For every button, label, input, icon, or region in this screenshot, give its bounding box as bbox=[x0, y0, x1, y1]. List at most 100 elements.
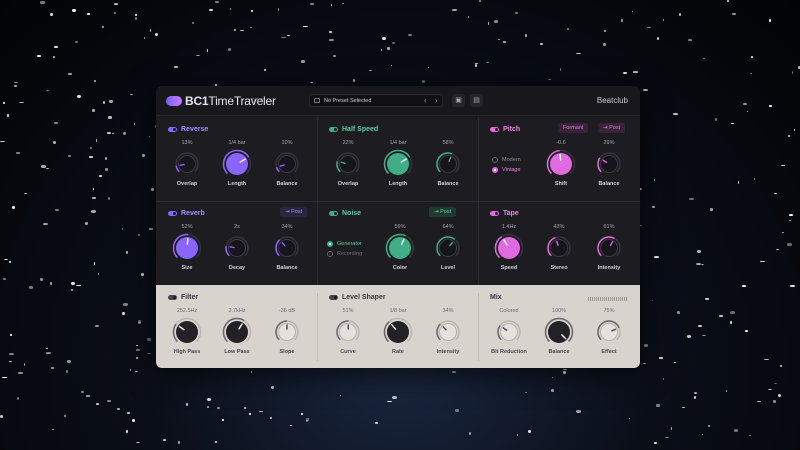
pitch-mode-modern[interactable]: Modern bbox=[492, 155, 521, 165]
star bbox=[381, 48, 383, 52]
reverse-balance-knob[interactable]: 10% Balance bbox=[262, 139, 312, 187]
levelshaper-rate-knob[interactable]: 1/8 bar Rate bbox=[373, 307, 423, 355]
pitch-mode-group: Modern Vintage bbox=[492, 155, 521, 175]
halfspeed-length-knob[interactable]: 1/4 bar Length bbox=[373, 139, 423, 187]
star bbox=[503, 41, 507, 43]
halfspeed-overlap-knob-dial[interactable] bbox=[333, 149, 363, 179]
star bbox=[106, 132, 111, 135]
noise-toggle[interactable] bbox=[329, 210, 338, 216]
formant-button[interactable]: Formant bbox=[558, 123, 589, 133]
mix-bitreduction-knob[interactable]: Colored Bit Reduction bbox=[484, 307, 534, 355]
reverb-balance-knob-dial[interactable] bbox=[272, 233, 302, 263]
preset-selector[interactable]: No Preset Selected ‹ › bbox=[309, 94, 443, 107]
star bbox=[788, 219, 791, 222]
reverb-toggle[interactable] bbox=[168, 210, 177, 216]
mix-balance-knob-dial[interactable] bbox=[544, 317, 574, 347]
star bbox=[136, 349, 141, 351]
star bbox=[697, 324, 702, 327]
reverse-length-knob[interactable]: 1/4 bar Length bbox=[212, 139, 262, 187]
tape-intensity-knob-body bbox=[600, 239, 618, 257]
star bbox=[50, 13, 53, 17]
star bbox=[781, 164, 785, 166]
reverse-balance-knob-dial[interactable] bbox=[272, 149, 302, 179]
filter-section: Filter 252.5Hz High Pass 2.7kHz Low Pass -… bbox=[156, 285, 316, 368]
reverse-overlap-knob-dial[interactable] bbox=[172, 149, 202, 179]
pitch-balance-knob-label: Balance bbox=[598, 181, 620, 187]
reverb-balance-knob[interactable]: 34% Balance bbox=[262, 223, 312, 271]
halfspeed-toggle[interactable] bbox=[329, 126, 338, 132]
noise-level-knob-dial[interactable] bbox=[433, 233, 463, 263]
pitch-title: Pitch bbox=[503, 125, 521, 133]
mix-effect-knob-dial[interactable] bbox=[594, 317, 624, 347]
mix-effect-knob[interactable]: 75% Effect bbox=[584, 307, 634, 355]
reverse-toggle[interactable] bbox=[168, 126, 177, 132]
pitch-post-button[interactable]: ⇥ Post bbox=[598, 123, 626, 133]
pitch-mode-vintage[interactable]: Vintage bbox=[492, 165, 521, 175]
pitch-shift-knob[interactable]: -0.6 Shift bbox=[536, 139, 586, 187]
noise-level-knob[interactable]: 64% Level bbox=[423, 223, 473, 271]
levelshaper-intensity-knob[interactable]: 34% Intensity bbox=[423, 307, 473, 355]
reverb-post-button[interactable]: ⇥ Post bbox=[280, 207, 308, 217]
star bbox=[524, 34, 527, 38]
filter-lowpass-knob[interactable]: 2.7kHz Low Pass bbox=[212, 307, 262, 355]
noise-color-knob[interactable]: 59% Color bbox=[375, 223, 425, 271]
noise-color-knob-dial[interactable] bbox=[385, 233, 415, 263]
save-preset-icon[interactable]: ▣ bbox=[452, 94, 465, 107]
levelshaper-rate-knob-label: Rate bbox=[392, 349, 404, 355]
reverb-size-knob[interactable]: 52% Size bbox=[162, 223, 212, 271]
halfspeed-length-knob-dial[interactable] bbox=[383, 149, 413, 179]
mix-balance-knob[interactable]: 100% Balance bbox=[534, 307, 584, 355]
pitch-toggle[interactable] bbox=[490, 126, 499, 132]
star bbox=[17, 397, 20, 400]
reverb-size-knob-dial[interactable] bbox=[172, 233, 202, 263]
tape-speed-knob-dial[interactable] bbox=[494, 233, 524, 263]
preset-prev-icon[interactable]: ‹ bbox=[424, 96, 427, 105]
output-level-meter bbox=[588, 297, 628, 301]
filter-highpass-knob[interactable]: 252.5Hz High Pass bbox=[162, 307, 212, 355]
tape-stereo-knob-dial[interactable] bbox=[544, 233, 574, 263]
reverse-length-knob-dial[interactable] bbox=[222, 149, 252, 179]
tape-toggle[interactable] bbox=[490, 210, 499, 216]
star bbox=[642, 362, 647, 365]
open-folder-icon[interactable]: ▤ bbox=[470, 94, 483, 107]
star bbox=[768, 105, 773, 107]
star bbox=[269, 416, 273, 420]
noise-post-button[interactable]: ⇥ Post bbox=[429, 207, 457, 217]
star bbox=[68, 155, 71, 158]
star bbox=[369, 70, 373, 72]
star bbox=[89, 147, 92, 149]
star bbox=[46, 347, 49, 349]
star bbox=[85, 395, 91, 397]
noise-mode-generator[interactable]: Generator bbox=[327, 239, 362, 249]
halfspeed-balance-knob-dial[interactable] bbox=[433, 149, 463, 179]
tape-intensity-knob[interactable]: 61% Intensity bbox=[584, 223, 634, 271]
reverb-decay-knob-dial[interactable] bbox=[222, 233, 252, 263]
noise-mode-recording[interactable]: Recording bbox=[327, 249, 362, 259]
tape-intensity-knob-dial[interactable] bbox=[594, 233, 624, 263]
mix-bitreduction-knob-dial[interactable] bbox=[494, 317, 524, 347]
tape-stereo-knob[interactable]: 43% Stereo bbox=[534, 223, 584, 271]
filter-slope-knob[interactable]: -36 dB Slope bbox=[262, 307, 312, 355]
reverse-overlap-knob[interactable]: 13% Overlap bbox=[162, 139, 212, 187]
filter-slope-knob-dial[interactable] bbox=[272, 317, 302, 347]
halfspeed-overlap-knob[interactable]: 22% Overlap bbox=[323, 139, 373, 187]
star bbox=[493, 20, 498, 23]
filter-lowpass-knob-dial[interactable] bbox=[222, 317, 252, 347]
tape-speed-knob[interactable]: 1.4Hz Speed bbox=[484, 223, 534, 271]
filter-toggle[interactable] bbox=[168, 294, 177, 300]
star bbox=[0, 141, 5, 143]
reverb-decay-knob[interactable]: 2s Decay bbox=[212, 223, 262, 271]
levelshaper-intensity-knob-dial[interactable] bbox=[433, 317, 463, 347]
pitch-balance-knob-body bbox=[600, 155, 618, 173]
levelshaper-curve-knob-dial[interactable] bbox=[333, 317, 363, 347]
levelshaper-curve-knob[interactable]: 51% Curve bbox=[323, 307, 373, 355]
pitch-balance-knob[interactable]: 29% Balance bbox=[584, 139, 634, 187]
star bbox=[126, 251, 128, 254]
preset-next-icon[interactable]: › bbox=[435, 96, 438, 105]
pitch-shift-knob-dial[interactable] bbox=[546, 149, 576, 179]
halfspeed-balance-knob[interactable]: 58% Balance bbox=[423, 139, 473, 187]
filter-highpass-knob-dial[interactable] bbox=[172, 317, 202, 347]
levelshaper-rate-knob-dial[interactable] bbox=[383, 317, 413, 347]
levelshaper-toggle[interactable] bbox=[329, 294, 338, 300]
pitch-balance-knob-dial[interactable] bbox=[594, 149, 624, 179]
